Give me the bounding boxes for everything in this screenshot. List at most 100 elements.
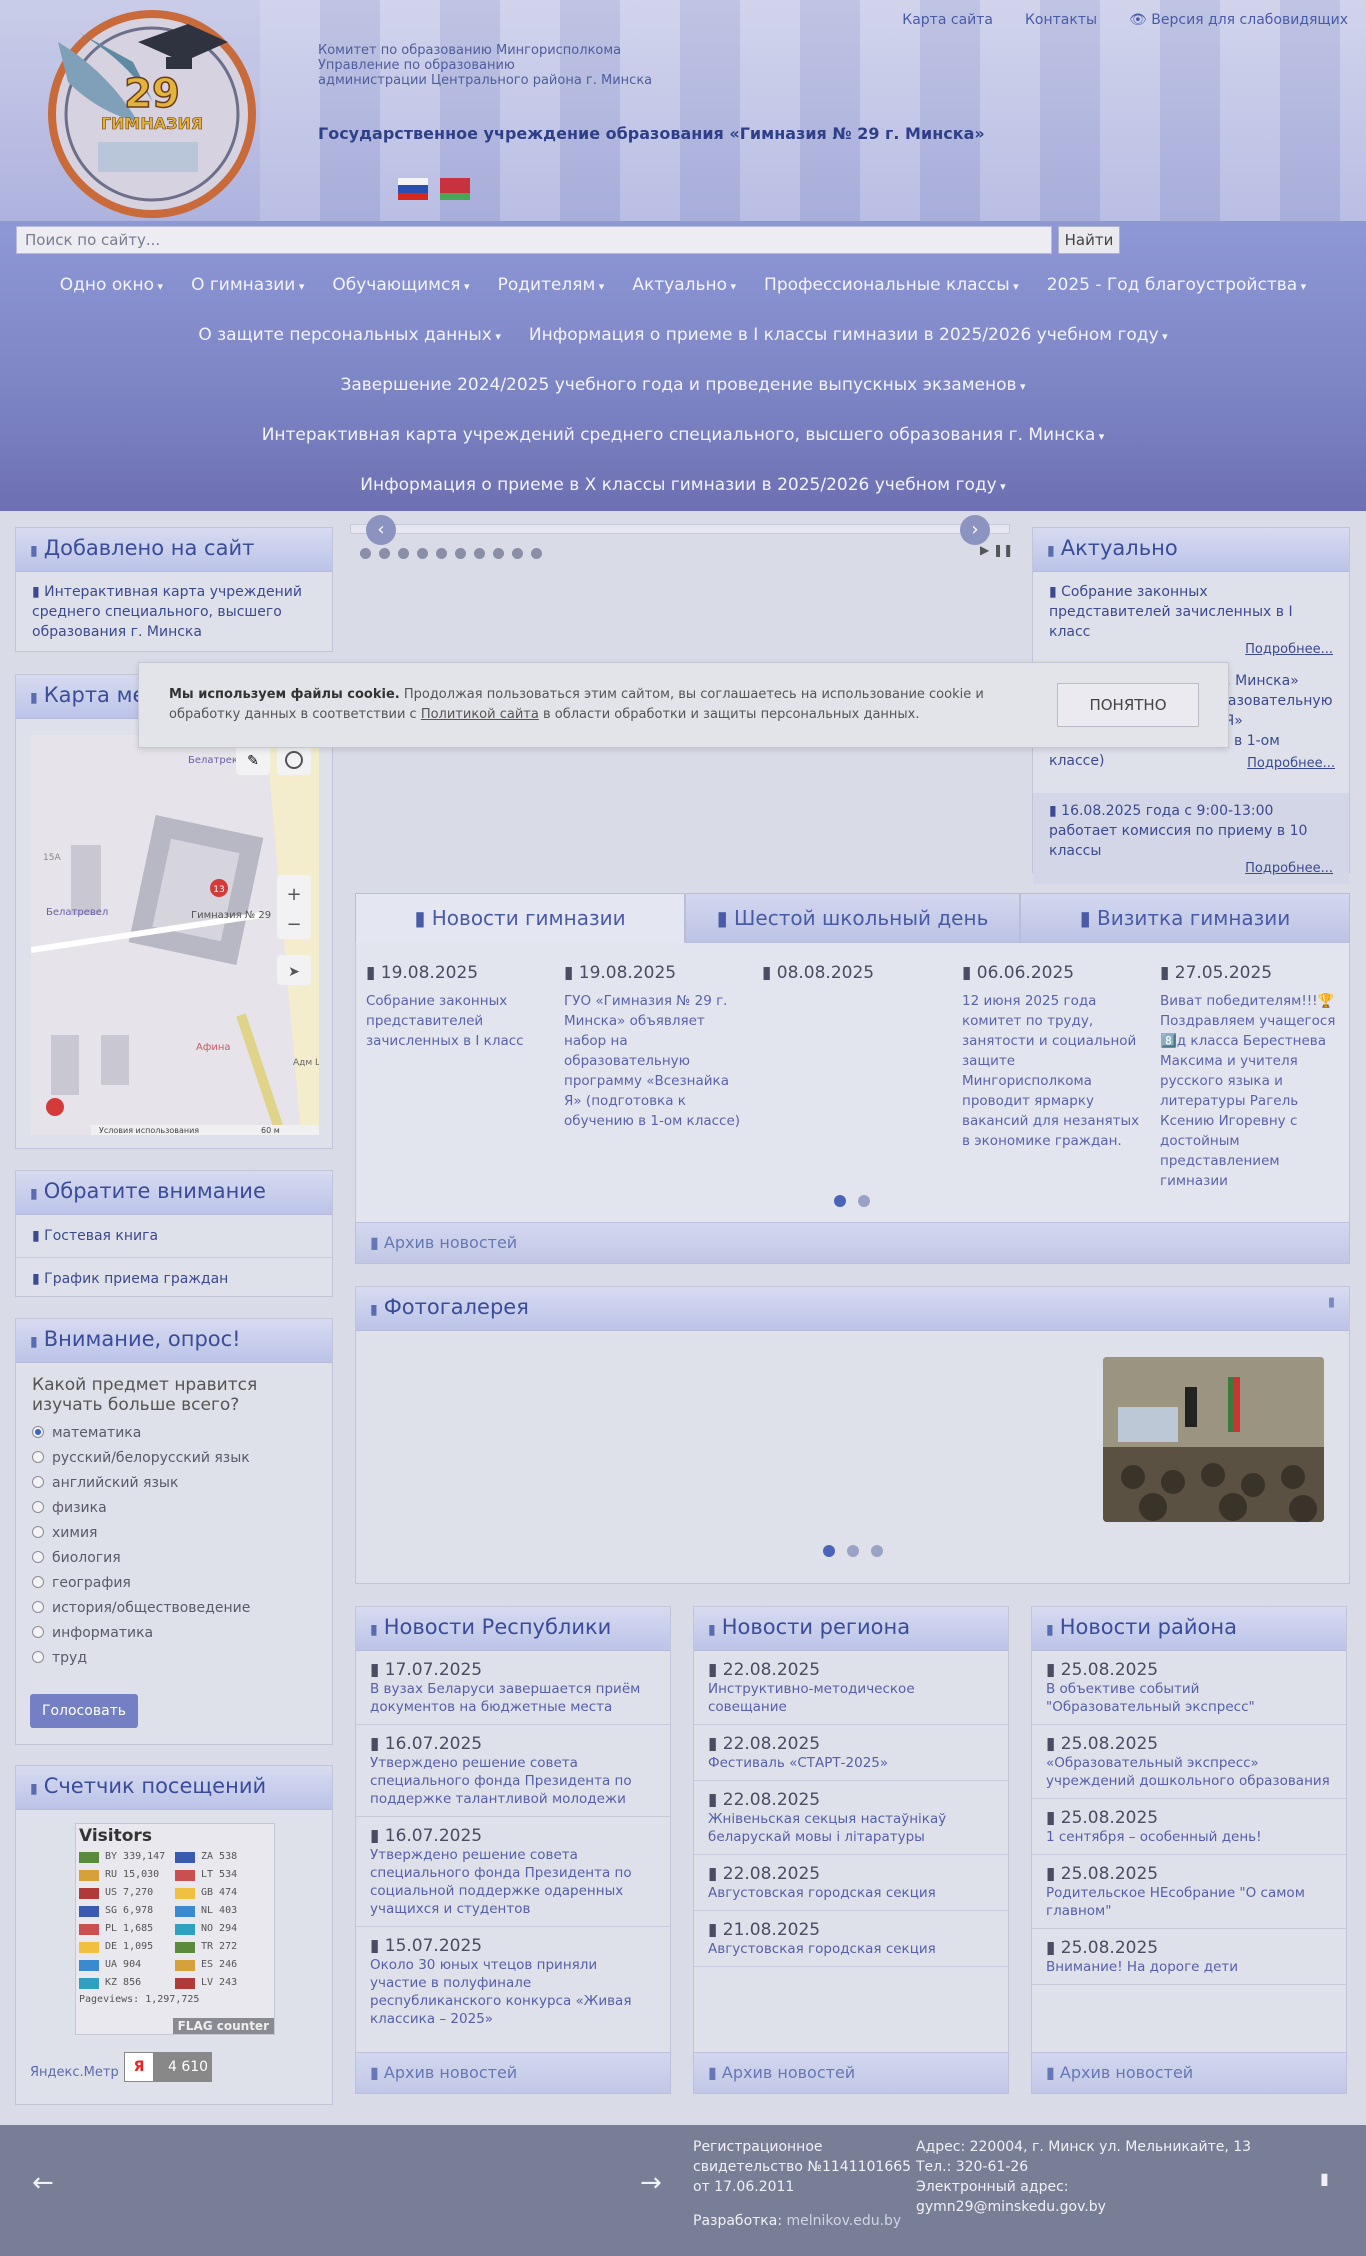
menu-item[interactable]: Актуально (632, 275, 736, 295)
poll-option[interactable]: физика (32, 1496, 316, 1521)
guestbook-link[interactable]: ▮ Гостевая книга (16, 1215, 332, 1258)
news-card[interactable]: ▮ 08.08.2025 (762, 963, 942, 991)
poll-option[interactable]: математика (32, 1421, 316, 1446)
republic-archive-link[interactable]: ▮ Архив новостей (355, 2052, 671, 2094)
tab-gymnasium-news[interactable]: ▮ Новости гимназии (355, 893, 685, 943)
menu-item[interactable]: Завершение 2024/2025 учебного года и про… (340, 375, 1025, 395)
play-pause-icon[interactable]: ▶ ❚❚ (980, 543, 1013, 557)
visit-count: 7,270 (123, 1887, 154, 1898)
accessibility-link[interactable]: 👁 Версия для слабовидящих (1129, 12, 1348, 28)
search-input[interactable]: Поиск по сайту... (16, 226, 1052, 254)
news-card[interactable]: ▮ 19.08.2025 ГУО «Гимназия № 29 г. Минска… (564, 963, 744, 1131)
news-card[interactable]: ▮ 06.06.2025 12 июня 2025 года комитет по… (962, 963, 1142, 1151)
poll-option[interactable]: русский/белорусский язык (32, 1446, 316, 1471)
news-item[interactable]: ▮ 25.08.2025 В объективе событий "Образов… (1032, 1651, 1346, 1725)
menu-item[interactable]: Родителям (498, 275, 605, 295)
slider-prev-button[interactable]: ‹ (366, 515, 396, 545)
slider-dot[interactable] (474, 548, 485, 559)
news-item[interactable]: ▮ 25.08.2025 Внимание! На дороге дети (1032, 1929, 1346, 1985)
scroll-top-icon[interactable]: ▮ (1320, 2169, 1329, 2189)
menu-item[interactable]: Интерактивная карта учреждений среднего … (262, 425, 1105, 445)
by-flag-icon[interactable] (440, 178, 470, 200)
tab-sixth-day[interactable]: ▮ Шестой школьный день (685, 893, 1020, 943)
contacts-link[interactable]: Контакты (1025, 12, 1097, 28)
menu-item[interactable]: Одно окно (60, 275, 163, 295)
added-link[interactable]: ▮ Интерактивная карта учреждений среднег… (16, 572, 332, 652)
poll-option[interactable]: биология (32, 1546, 316, 1571)
slider-dot[interactable] (379, 548, 390, 559)
slider-dot[interactable] (436, 548, 447, 559)
carousel-dot[interactable] (847, 1545, 859, 1557)
news-card[interactable]: ▮ 27.05.2025 Виват победителям!!!🏆 Поздра… (1160, 963, 1340, 1191)
more-link[interactable]: Подробнее... (1247, 756, 1335, 771)
actual-link[interactable]: ▮ Собрание законных представителей зачис… (1049, 582, 1333, 642)
news-item[interactable]: ▮ 22.08.2025 Фестиваль «СТАРТ-2025» (694, 1725, 1008, 1781)
slider-dot[interactable] (531, 548, 542, 559)
more-link[interactable]: Подробнее... (1049, 642, 1333, 657)
poll-option[interactable]: английский язык (32, 1471, 316, 1496)
more-link[interactable]: Подробнее... (1049, 861, 1333, 876)
flag-counter-widget[interactable]: Visitors BY 339,147 ZA 538 RU 15,030 LT 534 US 7,… (75, 1823, 275, 2035)
news-item[interactable]: ▮ 15.07.2025 Около 30 юных чтецов приняли… (356, 1927, 670, 2036)
policy-link[interactable]: Политикой сайта (421, 707, 539, 722)
poll-option[interactable]: информатика (32, 1621, 316, 1646)
news-title: ГУО «Гимназия № 29 г. Минска» объявляет … (564, 993, 741, 1129)
search-button[interactable]: Найти (1058, 226, 1120, 254)
carousel-dot[interactable] (871, 1545, 883, 1557)
menu-item[interactable]: Информация о приеме в X классы гимназии … (360, 475, 1005, 495)
poll-option[interactable]: труд (32, 1646, 316, 1671)
menu-item[interactable]: Информация о приеме в I классы гимназии … (529, 325, 1168, 345)
news-item[interactable]: ▮ 25.08.2025 Родительское НЕсобрание "О с… (1032, 1855, 1346, 1929)
schedule-link[interactable]: ▮ График приема граждан (16, 1258, 332, 1300)
developer-line: Разработка: melnikov.edu.by (693, 2211, 911, 2231)
arrow-right-icon[interactable]: → (640, 2170, 662, 2196)
ru-flag-icon[interactable] (398, 178, 428, 200)
sitemap-link[interactable]: Карта сайта (902, 12, 993, 28)
news-item[interactable]: ▮ 16.07.2025 Утверждено решение совета сп… (356, 1725, 670, 1817)
news-item[interactable]: ▮ 22.08.2025 Инструктивно-методическое со… (694, 1651, 1008, 1725)
gallery-nav-icon[interactable]: ▮ (1328, 1295, 1335, 1310)
arrow-left-icon[interactable]: ← (32, 2170, 54, 2196)
news-title: Августовская городская секция (708, 1941, 936, 1957)
slider-next-button[interactable]: › (960, 515, 990, 545)
slider-dot[interactable] (398, 548, 409, 559)
news-item[interactable]: ▮ 22.08.2025 Августовская городская секци… (694, 1855, 1008, 1911)
menu-item[interactable]: О защите персональных данных (198, 325, 501, 345)
news-card[interactable]: ▮ 19.08.2025 Собрание законных представит… (366, 963, 546, 1051)
menu-item[interactable]: Обучающимся (332, 275, 469, 295)
slider-dot[interactable] (455, 548, 466, 559)
news-item[interactable]: ▮ 17.07.2025 В вузах Беларуси завершается… (356, 1651, 670, 1725)
menu-item[interactable]: 2025 - Год благоустройства (1047, 275, 1307, 295)
developer-link[interactable]: melnikov.edu.by (787, 2213, 902, 2229)
gymnasium-logo[interactable]: 29 ГИМНАЗИЯ (38, 2, 266, 220)
poll-option[interactable]: химия (32, 1521, 316, 1546)
news-item[interactable]: ▮ 21.08.2025 Августовская городская секци… (694, 1911, 1008, 1967)
carousel-dot[interactable] (834, 1195, 846, 1207)
poll-option[interactable]: география (32, 1571, 316, 1596)
vote-button[interactable]: Голосовать (30, 1694, 138, 1728)
carousel-dot[interactable] (823, 1545, 835, 1557)
slider-dot[interactable] (512, 548, 523, 559)
accept-cookie-button[interactable]: ПОНЯТНО (1057, 683, 1199, 727)
poll-option[interactable]: история/обществоведение (32, 1596, 316, 1621)
news-item[interactable]: ▮ 25.08.2025 «Образовательный экспресс» у… (1032, 1725, 1346, 1799)
news-item[interactable]: ▮ 25.08.2025 1 сентября – особенный день! (1032, 1799, 1346, 1855)
map-widget[interactable]: 13 Гимназия № 29 Белатрек Белатревел Афи… (31, 735, 319, 1135)
yandex-counter[interactable]: Я 4 610 (124, 2052, 212, 2082)
gallery-photo[interactable] (1103, 1357, 1324, 1522)
metrica-link[interactable]: Яндекс.Метр (30, 2065, 119, 2080)
menu-item[interactable]: Профессиональные классы (764, 275, 1019, 295)
carousel-dot[interactable] (858, 1195, 870, 1207)
email-link[interactable]: gymn29@minskedu.gov.by (916, 2197, 1251, 2217)
slider-dot[interactable] (360, 548, 371, 559)
district-archive-link[interactable]: ▮ Архив новостей (1031, 2052, 1347, 2094)
actual-link[interactable]: ▮ 16.08.2025 года с 9:00-13:00 работает … (1049, 801, 1333, 861)
news-item[interactable]: ▮ 16.07.2025 Утверждено решение совета сп… (356, 1817, 670, 1927)
slider-dot[interactable] (493, 548, 504, 559)
news-item[interactable]: ▮ 22.08.2025 Жнівеньская секцыя настаўнік… (694, 1781, 1008, 1855)
tab-about[interactable]: ▮ Визитка гимназии (1020, 893, 1350, 943)
slider-dot[interactable] (417, 548, 428, 559)
menu-item[interactable]: О гимназии (191, 275, 304, 295)
region-archive-link[interactable]: ▮ Архив новостей (693, 2052, 1009, 2094)
news-archive-link[interactable]: ▮ Архив новостей (355, 1222, 1350, 1264)
